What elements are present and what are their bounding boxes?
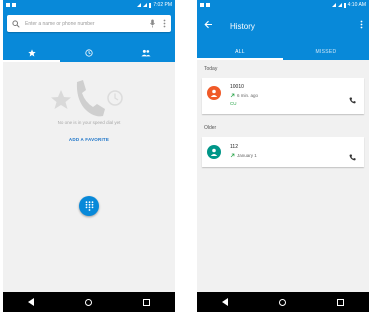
- call-number: 112: [230, 144, 238, 150]
- empty-speed-dial-message: No one is in your speed dial yet: [57, 120, 121, 125]
- home-icon[interactable]: [278, 298, 286, 306]
- notification-icon: [206, 3, 210, 7]
- outgoing-call-icon: [230, 153, 235, 158]
- dialer-header: [3, 10, 175, 62]
- overflow-menu-icon[interactable]: [360, 20, 363, 32]
- microphone-icon[interactable]: [150, 19, 155, 28]
- dialpad-button[interactable]: [79, 196, 99, 216]
- call-meta: January 1: [230, 153, 257, 158]
- call-time: January 1: [237, 153, 257, 158]
- navigation-bar: [197, 292, 369, 312]
- notification-icon: [200, 3, 204, 7]
- dialer-screen: 7:02 PM Enter a name or phone number No …: [3, 0, 175, 312]
- battery-icon: [149, 2, 152, 8]
- call-log-item[interactable]: 112 January 1: [202, 137, 364, 167]
- person-icon: [210, 89, 218, 97]
- history-tabs: ALL MISSED: [197, 43, 369, 60]
- notification-icon: [12, 3, 16, 7]
- signal-icon: [331, 3, 336, 7]
- recent-apps-icon[interactable]: [336, 298, 344, 306]
- avatar: [207, 86, 221, 100]
- add-favorite-button[interactable]: ADD A FAVORITE: [3, 137, 175, 142]
- battery-icon: [343, 2, 346, 8]
- phone-icon: [349, 97, 356, 104]
- status-bar: 4:10 AM: [197, 0, 369, 10]
- search-icon: [12, 19, 20, 28]
- section-label-today: Today: [204, 66, 218, 72]
- phone-icon: [349, 154, 356, 161]
- tab-recents[interactable]: [60, 43, 117, 62]
- history-header: History ALL MISSED: [197, 10, 369, 60]
- tab-speed-dial[interactable]: [3, 43, 61, 62]
- star-icon: [27, 48, 36, 56]
- section-label-older: Older: [204, 125, 217, 131]
- dialer-tabs: [3, 43, 175, 62]
- call-back-button[interactable]: [349, 91, 356, 104]
- empty-speed-dial-illustration: [49, 76, 129, 126]
- notification-icon: [6, 3, 10, 7]
- signal-icon: [137, 3, 142, 7]
- page-title: History: [230, 22, 255, 31]
- tab-all[interactable]: ALL: [197, 43, 283, 60]
- avatar: [207, 145, 221, 159]
- back-arrow-icon[interactable]: [204, 20, 213, 32]
- signal-icon: [143, 3, 148, 7]
- person-icon: [210, 148, 218, 156]
- search-bar[interactable]: [7, 15, 171, 32]
- phone-icon: [76, 80, 105, 117]
- signal-icon: [337, 3, 342, 7]
- clock-icon: [85, 48, 93, 57]
- home-icon[interactable]: [84, 298, 92, 306]
- sim-label: CU: [230, 101, 237, 106]
- tab-contacts[interactable]: [118, 43, 175, 62]
- status-time: 7:02 PM: [153, 2, 172, 8]
- dialpad-icon: [85, 201, 93, 211]
- status-time: 4:10 AM: [347, 2, 366, 8]
- call-log-item[interactable]: 10010 6 min. ago CU: [202, 78, 364, 114]
- call-meta: 6 min. ago: [230, 93, 258, 98]
- call-time: 6 min. ago: [237, 93, 259, 98]
- overflow-menu-icon[interactable]: [163, 19, 166, 28]
- back-icon[interactable]: [222, 298, 229, 306]
- outgoing-call-icon: [230, 93, 235, 98]
- recent-apps-icon[interactable]: [142, 298, 150, 306]
- tab-missed[interactable]: MISSED: [283, 43, 369, 60]
- navigation-bar: [3, 292, 175, 312]
- star-icon: [51, 90, 71, 109]
- people-icon: [141, 49, 151, 56]
- history-screen: 4:10 AM History ALL MISSED Today 10010 6…: [197, 0, 369, 312]
- search-input[interactable]: [25, 20, 125, 27]
- call-number: 10010: [230, 84, 244, 90]
- status-bar: 7:02 PM: [3, 0, 175, 10]
- call-back-button[interactable]: [349, 148, 356, 161]
- back-icon[interactable]: [28, 298, 35, 306]
